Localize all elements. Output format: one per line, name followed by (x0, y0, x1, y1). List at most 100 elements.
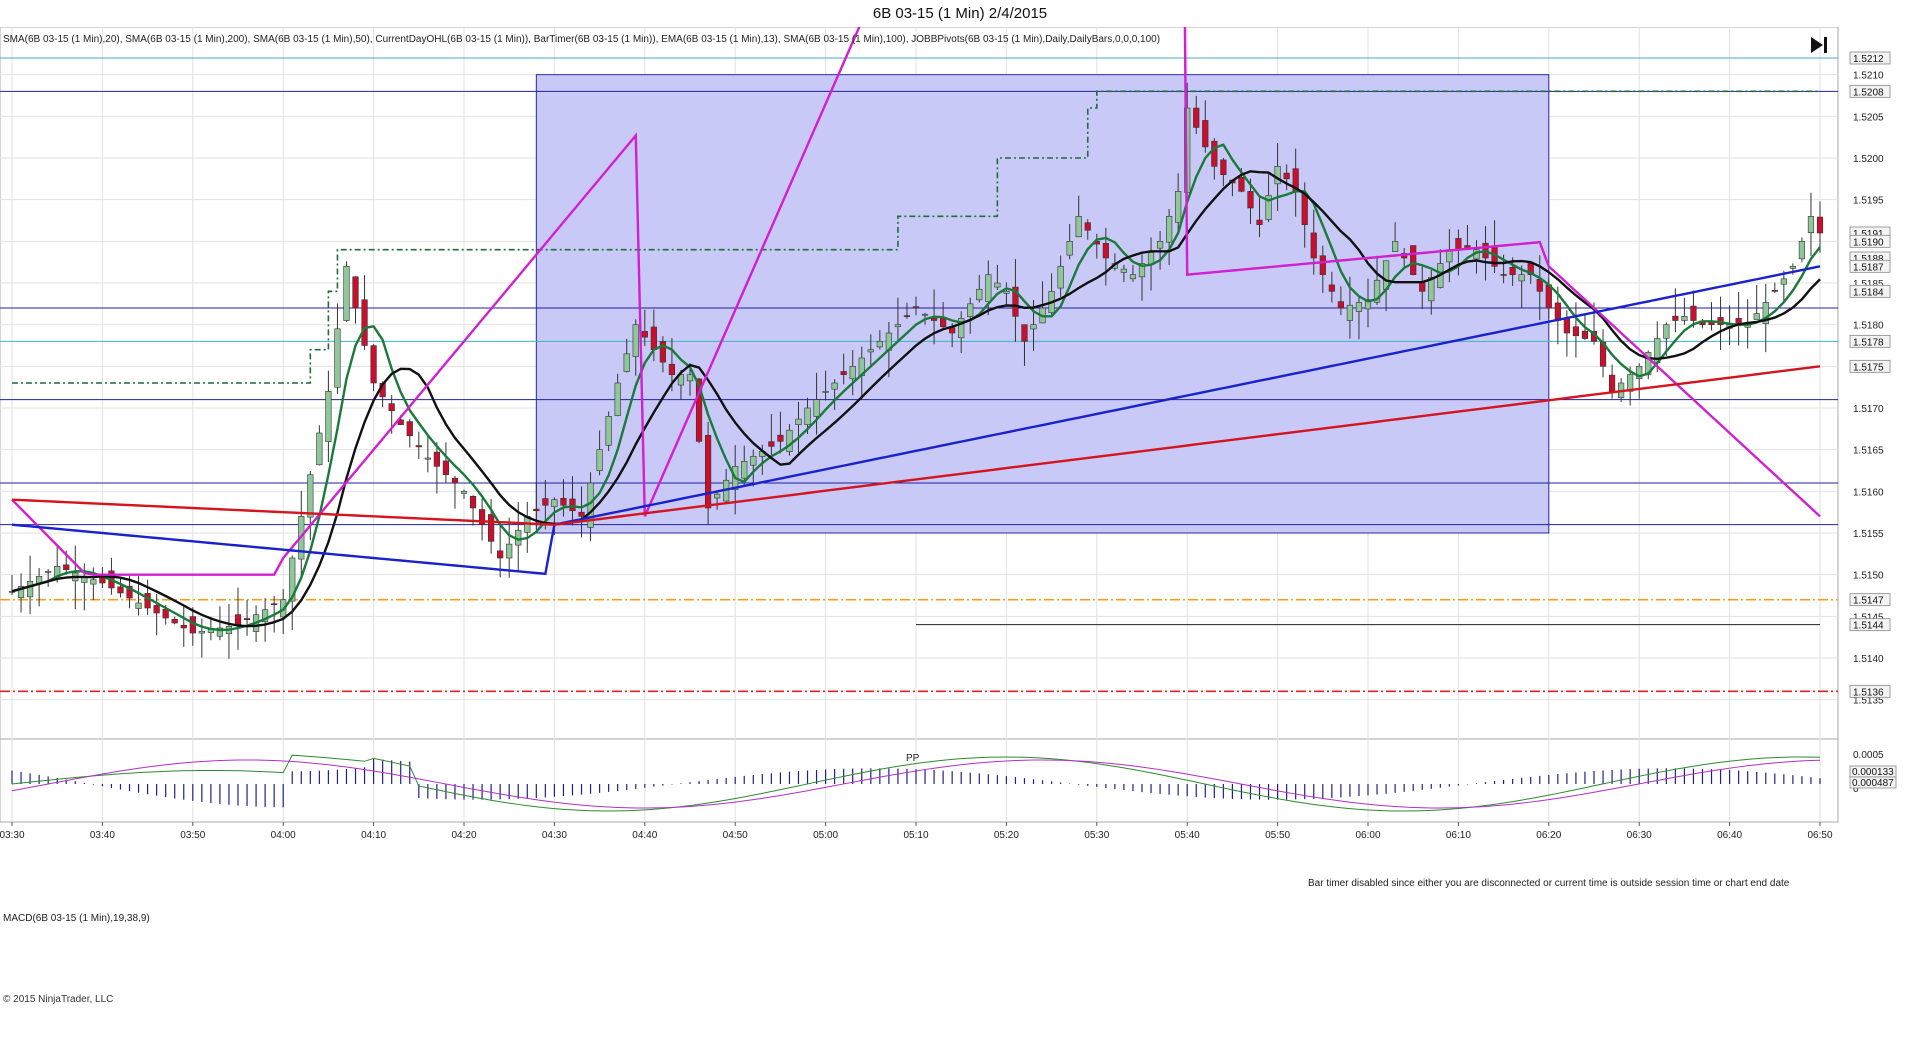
down-candle (1337, 301, 1344, 309)
up-candle (1392, 241, 1399, 252)
price-marker-label: 1.5175 (1853, 362, 1884, 373)
up-candle (714, 493, 721, 499)
down-candle (469, 495, 477, 509)
macd-tick-label: 0.0005 (1853, 750, 1884, 761)
price-marker-label: 1.5144 (1853, 621, 1884, 632)
up-candle (1120, 268, 1128, 273)
chart-panel[interactable]: 1.5135 1.5140 1.5145 1.5150 1.5155 1.5160 1.51… (0, 27, 1920, 1055)
up-candle (967, 303, 974, 317)
time-label: 04:40 (632, 830, 657, 841)
copyright-text: © 2015 NinjaTrader, LLC (3, 994, 114, 1005)
down-candle (63, 564, 70, 570)
up-candle (307, 474, 314, 518)
down-candle (1319, 255, 1326, 275)
down-candle (451, 477, 459, 484)
time-label: 04:00 (271, 830, 296, 841)
up-candle (1798, 241, 1806, 260)
down-candle (1690, 305, 1697, 321)
up-candle (460, 491, 468, 494)
up-candle (994, 282, 1001, 288)
up-candle (1789, 266, 1796, 269)
time-label: 03:40 (90, 830, 115, 841)
down-candle (162, 608, 169, 619)
time-label: 06:10 (1446, 830, 1471, 841)
down-candle (497, 550, 504, 559)
up-candle (1274, 166, 1281, 185)
price-marker-label: 1.5190 (1853, 237, 1884, 248)
time-label: 03:30 (0, 830, 25, 841)
down-candle (153, 605, 160, 614)
up-candle (849, 366, 856, 380)
up-candle (198, 631, 205, 634)
up-candle (334, 328, 341, 388)
up-candle (45, 571, 52, 573)
down-candle (1193, 107, 1200, 128)
price-tick-label: 1.5160 (1853, 487, 1884, 498)
down-candle (569, 498, 576, 512)
down-candle (1563, 318, 1570, 334)
down-candle (370, 345, 377, 384)
up-candle (867, 349, 874, 353)
price-tick-label: 1.5150 (1853, 571, 1884, 582)
time-label: 06:40 (1717, 830, 1742, 841)
window-title: 6B 03-15 (1 Min) 2/4/2015 (872, 5, 1048, 22)
up-candle (795, 418, 802, 425)
up-candle (424, 457, 431, 460)
down-candle (1021, 324, 1028, 342)
up-candle (804, 407, 811, 426)
down-candle (171, 618, 178, 624)
up-candle (1075, 216, 1082, 238)
down-candle (1572, 326, 1580, 337)
time-label: 06:00 (1355, 830, 1380, 841)
up-candle (1355, 302, 1363, 312)
down-candle (433, 451, 440, 467)
down-candle (415, 445, 422, 448)
down-candle (1410, 245, 1417, 275)
price-tick-label: 1.5205 (1853, 112, 1884, 123)
up-candle (1807, 216, 1815, 234)
down-candle (1211, 140, 1218, 167)
up-candle (1066, 241, 1073, 256)
up-candle (813, 399, 820, 417)
up-candle (1518, 274, 1525, 282)
price-marker-label: 1.5208 (1853, 87, 1884, 98)
down-candle (1455, 238, 1462, 250)
up-candle (1129, 274, 1137, 280)
up-candle (596, 449, 603, 472)
time-label: 04:10 (361, 830, 386, 841)
down-candle (1509, 266, 1516, 275)
price-tick-label: 1.5200 (1853, 154, 1884, 165)
down-candle (1084, 222, 1091, 231)
up-candle (894, 324, 902, 327)
down-candle (650, 326, 657, 350)
price-tick-label: 1.5210 (1853, 71, 1884, 82)
up-candle (605, 416, 612, 446)
time-label: 05:30 (1084, 830, 1109, 841)
up-candle (831, 382, 838, 390)
time-label: 05:00 (813, 830, 838, 841)
up-candle (976, 288, 983, 301)
down-candle (352, 276, 359, 309)
skip-to-end-icon[interactable] (1808, 34, 1830, 56)
price-tick-label: 1.5155 (1853, 529, 1884, 540)
down-candle (578, 511, 585, 517)
time-label: 03:50 (180, 830, 205, 841)
up-candle (316, 432, 323, 466)
price-tick-label: 1.5195 (1853, 196, 1884, 207)
down-candle (542, 498, 549, 506)
down-candle (1102, 242, 1109, 259)
down-candle (406, 421, 413, 437)
down-candle (488, 514, 495, 542)
up-candle (506, 543, 513, 559)
price-chart[interactable]: 1.51351.51401.51451.51501.51551.51601.51… (0, 27, 1920, 1055)
down-candle (271, 603, 278, 606)
pivot-pp-label: PP (906, 753, 920, 764)
up-candle (1681, 316, 1688, 321)
time-label: 04:30 (542, 830, 567, 841)
down-candle (903, 315, 911, 317)
up-candle (90, 579, 97, 585)
down-candle (768, 441, 775, 447)
down-candle (180, 624, 187, 629)
up-candle (741, 461, 748, 479)
down-candle (1301, 193, 1308, 225)
